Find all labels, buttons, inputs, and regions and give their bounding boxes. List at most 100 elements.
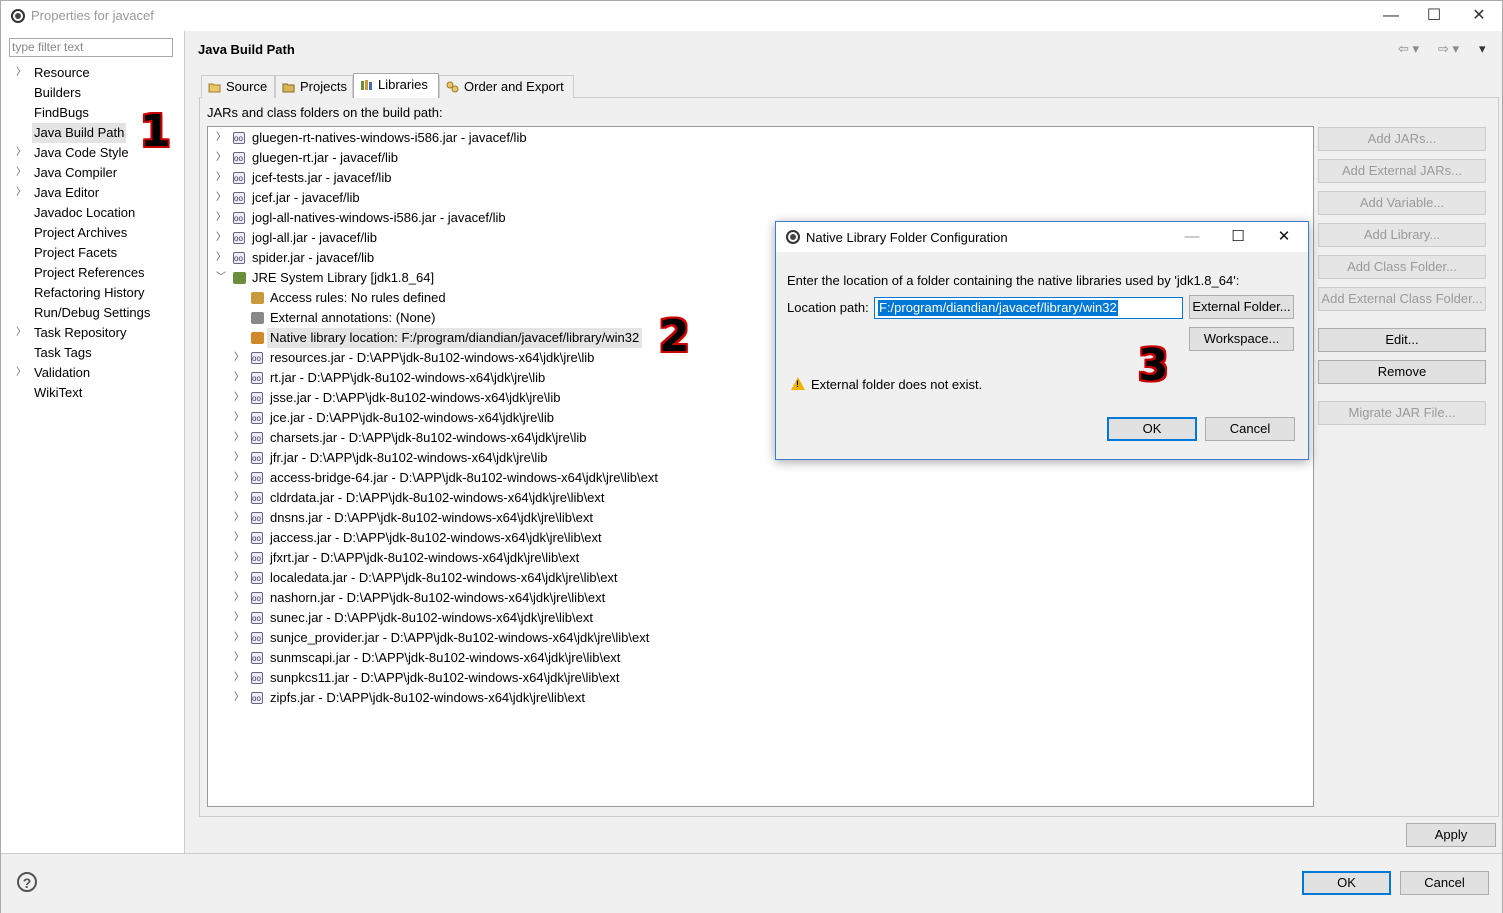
remove-button[interactable]: Remove: [1318, 360, 1486, 384]
filter-input[interactable]: type filter text: [9, 38, 173, 57]
chevron-right-icon[interactable]: 〉: [234, 428, 244, 448]
tab-source[interactable]: Source: [201, 75, 275, 98]
chevron-right-icon[interactable]: 〉: [216, 128, 226, 148]
dialog-ok-button[interactable]: OK: [1107, 417, 1197, 441]
tree-row[interactable]: 〉 jaccess.jar - D:\APP\jdk-8u102-windows-…: [208, 528, 1308, 549]
dialog-minimize-button[interactable]: —: [1172, 224, 1212, 250]
nav-item[interactable]: Project References: [1, 263, 181, 283]
chevron-right-icon[interactable]: 〉: [216, 188, 226, 208]
external-folder-button[interactable]: External Folder...: [1189, 295, 1294, 319]
chevron-right-icon[interactable]: 〉: [216, 168, 226, 188]
nav-item[interactable]: 〉 Java Editor: [1, 183, 181, 203]
forward-icon[interactable]: ⇨ ▾: [1438, 41, 1459, 57]
add-external-jars-button[interactable]: Add External JARs...: [1318, 159, 1486, 183]
tree-row[interactable]: 〉 nashorn.jar - D:\APP\jdk-8u102-windows-…: [208, 588, 1308, 609]
tree-row[interactable]: 〉 sunjce_provider.jar - D:\APP\jdk-8u102-…: [208, 628, 1308, 649]
chevron-right-icon[interactable]: 〉: [234, 528, 244, 548]
chevron-right-icon[interactable]: 〉: [16, 63, 26, 83]
nav-item[interactable]: 〉 Resource: [1, 63, 181, 83]
nav-item[interactable]: Javadoc Location: [1, 203, 181, 223]
step-annotation-1: 1: [140, 106, 171, 157]
chevron-right-icon[interactable]: 〉: [216, 228, 226, 248]
cancel-button[interactable]: Cancel: [1400, 871, 1489, 895]
tree-row[interactable]: 〉 gluegen-rt-natives-windows-i586.jar - j…: [208, 128, 1308, 149]
tree-row[interactable]: 〉 gluegen-rt.jar - javacef/lib: [208, 148, 1308, 169]
nav-item[interactable]: Task Tags: [1, 343, 181, 363]
chevron-right-icon[interactable]: 〉: [234, 408, 244, 428]
chevron-right-icon[interactable]: 〉: [216, 148, 226, 168]
chevron-right-icon[interactable]: 〉: [234, 628, 244, 648]
tree-row[interactable]: 〉 jcef-tests.jar - javacef/lib: [208, 168, 1308, 189]
edit-button[interactable]: Edit...: [1318, 328, 1486, 352]
nav-item[interactable]: 〉 Task Repository: [1, 323, 181, 343]
chevron-down-icon[interactable]: ﹀: [216, 268, 226, 288]
minimize-button[interactable]: —: [1371, 3, 1411, 29]
add-class-folder-button[interactable]: Add Class Folder...: [1318, 255, 1486, 279]
chevron-right-icon[interactable]: 〉: [234, 548, 244, 568]
chevron-right-icon[interactable]: 〉: [234, 348, 244, 368]
add-variable-button[interactable]: Add Variable...: [1318, 191, 1486, 215]
chevron-right-icon[interactable]: 〉: [234, 568, 244, 588]
add-library-button[interactable]: Add Library...: [1318, 223, 1486, 247]
workspace-button[interactable]: Workspace...: [1189, 327, 1294, 351]
migrate-jar-file-button[interactable]: Migrate JAR File...: [1318, 401, 1486, 425]
back-icon[interactable]: ⇦ ▾: [1398, 41, 1419, 57]
tree-row[interactable]: 〉 sunec.jar - D:\APP\jdk-8u102-windows-x6…: [208, 608, 1308, 629]
tree-row[interactable]: 〉 cldrdata.jar - D:\APP\jdk-8u102-windows…: [208, 488, 1308, 509]
nav-item[interactable]: Run/Debug Settings: [1, 303, 181, 323]
chevron-right-icon[interactable]: 〉: [234, 588, 244, 608]
menu-icon[interactable]: ▾: [1479, 41, 1486, 57]
nav-item[interactable]: 〉 Validation: [1, 363, 181, 383]
nav-item[interactable]: Refactoring History: [1, 283, 181, 303]
tree-row[interactable]: 〉 zipfs.jar - D:\APP\jdk-8u102-windows-x6…: [208, 688, 1308, 709]
apply-button[interactable]: Apply: [1406, 823, 1496, 847]
help-icon[interactable]: ?: [17, 872, 37, 892]
tab-order-and-export[interactable]: Order and Export: [439, 75, 574, 98]
chevron-right-icon[interactable]: 〉: [234, 448, 244, 468]
chevron-right-icon[interactable]: 〉: [234, 368, 244, 388]
jar-icon: [251, 689, 263, 709]
jar-icon: [251, 429, 263, 449]
chevron-right-icon[interactable]: 〉: [16, 183, 26, 203]
dialog-maximize-button[interactable]: ☐: [1218, 224, 1258, 250]
dialog-cancel-button[interactable]: Cancel: [1205, 417, 1295, 441]
location-path-input[interactable]: F:/program/diandian/javacef/library/win3…: [874, 297, 1183, 319]
chevron-right-icon[interactable]: 〉: [234, 608, 244, 628]
chevron-right-icon[interactable]: 〉: [234, 668, 244, 688]
chevron-right-icon[interactable]: 〉: [16, 363, 26, 383]
chevron-right-icon[interactable]: 〉: [234, 508, 244, 528]
jar-icon: [233, 249, 245, 269]
ok-button[interactable]: OK: [1302, 871, 1391, 895]
tab-projects[interactable]: Projects: [275, 75, 353, 98]
jar-icon: [251, 489, 263, 509]
chevron-right-icon[interactable]: 〉: [234, 648, 244, 668]
nav-item[interactable]: WikiText: [1, 383, 181, 403]
tree-row[interactable]: 〉 localedata.jar - D:\APP\jdk-8u102-windo…: [208, 568, 1308, 589]
tree-row[interactable]: 〉 sunmscapi.jar - D:\APP\jdk-8u102-window…: [208, 648, 1308, 669]
nav-item[interactable]: Builders: [1, 83, 181, 103]
chevron-right-icon[interactable]: 〉: [234, 388, 244, 408]
tree-row[interactable]: 〉 access-bridge-64.jar - D:\APP\jdk-8u102…: [208, 468, 1308, 489]
chevron-right-icon[interactable]: 〉: [216, 208, 226, 228]
maximize-button[interactable]: ☐: [1414, 3, 1454, 29]
nav-item[interactable]: Project Archives: [1, 223, 181, 243]
close-button[interactable]: ✕: [1459, 3, 1499, 29]
tree-row[interactable]: 〉 jcef.jar - javacef/lib: [208, 188, 1308, 209]
nav-item[interactable]: 〉 Java Compiler: [1, 163, 181, 183]
nav-item[interactable]: Project Facets: [1, 243, 181, 263]
chevron-right-icon[interactable]: 〉: [234, 488, 244, 508]
tree-row-label: zipfs.jar - D:\APP\jdk-8u102-windows-x64…: [270, 690, 586, 705]
tree-row[interactable]: 〉 dnsns.jar - D:\APP\jdk-8u102-windows-x6…: [208, 508, 1308, 529]
tree-row[interactable]: 〉 sunpkcs11.jar - D:\APP\jdk-8u102-window…: [208, 668, 1308, 689]
chevron-right-icon[interactable]: 〉: [16, 163, 26, 183]
chevron-right-icon[interactable]: 〉: [216, 248, 226, 268]
chevron-right-icon[interactable]: 〉: [234, 688, 244, 708]
tab-libraries[interactable]: Libraries: [353, 73, 439, 98]
dialog-close-button[interactable]: ✕: [1264, 224, 1304, 250]
add-jars-button[interactable]: Add JARs...: [1318, 127, 1486, 151]
tree-row[interactable]: 〉 jfxrt.jar - D:\APP\jdk-8u102-windows-x6…: [208, 548, 1308, 569]
add-external-class-folder-button[interactable]: Add External Class Folder...: [1318, 287, 1486, 311]
chevron-right-icon[interactable]: 〉: [16, 143, 26, 163]
chevron-right-icon[interactable]: 〉: [16, 323, 26, 343]
chevron-right-icon[interactable]: 〉: [234, 468, 244, 488]
